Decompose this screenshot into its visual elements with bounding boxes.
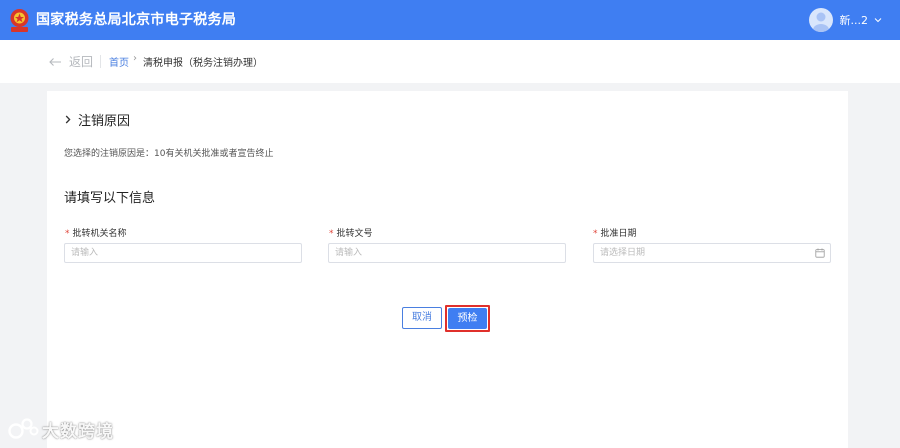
approval-document-number-label: * 批转文号 — [329, 226, 373, 239]
cancel-button[interactable]: 取消 — [402, 307, 442, 329]
approval-document-number-input[interactable] — [328, 243, 566, 263]
chevron-right-icon — [65, 115, 71, 124]
approval-authority-label: * 批转机关名称 — [65, 226, 127, 239]
breadcrumb-separator: › — [133, 53, 137, 64]
form-heading: 请填写以下信息 — [64, 191, 156, 206]
approval-document-number-label-text: 批转文号 — [336, 229, 373, 239]
back-label: 返回 — [69, 55, 94, 69]
watermark: 大数跨境 — [8, 416, 114, 442]
cancellation-reason-text: 您选择的注销原因是：10有关机关批准或者宣告终止 — [64, 149, 274, 159]
required-mark: * — [65, 229, 70, 239]
breadcrumb-divider — [100, 55, 101, 68]
approval-date-label-text: 批准日期 — [600, 229, 637, 239]
arrow-left-icon — [49, 57, 61, 66]
tax-emblem-icon — [10, 9, 29, 32]
approval-date-picker[interactable] — [593, 243, 831, 263]
calendar-icon[interactable] — [815, 248, 825, 258]
user-avatar[interactable] — [808, 8, 833, 32]
back-button[interactable]: 返回 — [48, 53, 93, 70]
breadcrumb-home-link[interactable]: 首页 — [109, 54, 129, 69]
required-mark: * — [329, 229, 334, 239]
precheck-button[interactable]: 预检 — [448, 308, 487, 329]
top-header-bar: 国家税务总局北京市电子税务局 新...2 — [0, 0, 900, 40]
user-menu[interactable]: 新...2 — [808, 0, 883, 40]
watermark-text: 大数跨境 — [42, 421, 114, 442]
site-title: 国家税务总局北京市电子税务局 — [36, 12, 237, 28]
approval-date-label: * 批准日期 — [593, 226, 637, 239]
user-name[interactable]: 新...2 — [840, 12, 869, 28]
breadcrumb-current: 清税申报（税务注销办理） — [143, 58, 263, 69]
required-mark: * — [593, 229, 598, 239]
chevron-down-icon[interactable] — [874, 16, 882, 24]
user-icon — [812, 12, 829, 32]
approval-authority-label-text: 批转机关名称 — [72, 229, 127, 239]
main-card: 注销原因 您选择的注销原因是：10有关机关批准或者宣告终止 请填写以下信息 * 批… — [47, 91, 848, 448]
approval-authority-input[interactable] — [64, 243, 302, 263]
breadcrumb-bar: 返回 首页 › 清税申报（税务注销办理） — [0, 40, 900, 83]
watermark-logo-icon — [8, 418, 39, 439]
section-title-text: 注销原因 — [78, 114, 131, 129]
section-title: 注销原因 — [65, 110, 130, 129]
